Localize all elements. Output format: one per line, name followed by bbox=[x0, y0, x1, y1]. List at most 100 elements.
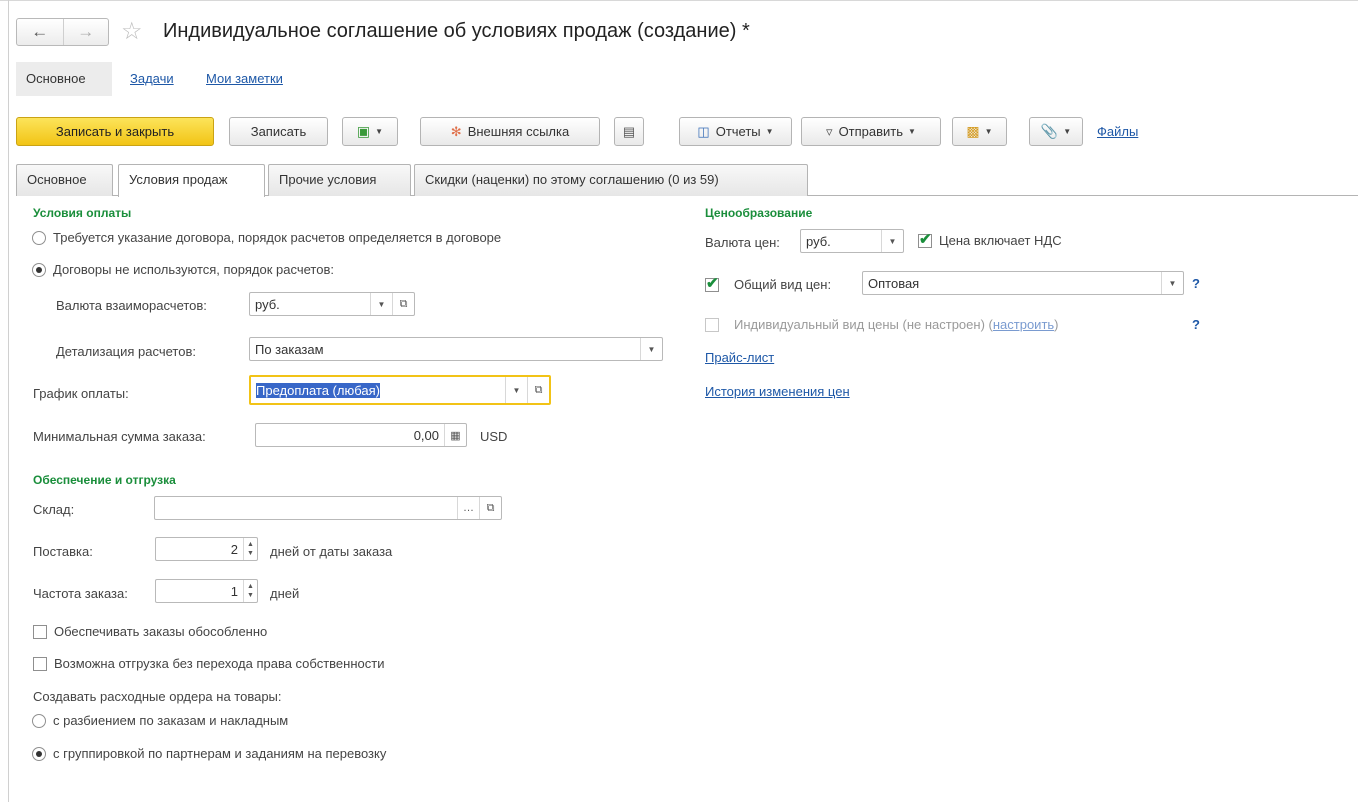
orders-radio-split-row[interactable]: с разбиением по заказам и накладным bbox=[32, 712, 288, 730]
individual-price-label: Индивидуальный вид цены (не настроен) (н… bbox=[734, 317, 1059, 332]
send-button[interactable]: ▿ Отправить ▼ bbox=[801, 117, 941, 146]
chevron-down-icon: ▼ bbox=[984, 127, 993, 136]
delivery-label: Поставка: bbox=[33, 544, 93, 559]
help-icon[interactable]: ? bbox=[1192, 317, 1200, 332]
configure-link[interactable]: настроить bbox=[993, 317, 1054, 332]
order-frequency-label: Частота заказа: bbox=[33, 586, 128, 601]
nav-item-notes[interactable]: Мои заметки bbox=[206, 62, 283, 96]
settlement-detail-field[interactable]: По заказам ▼ bbox=[249, 337, 663, 361]
tab-sales-conditions[interactable]: Условия продаж bbox=[118, 164, 265, 197]
general-price-type-field[interactable]: Оптовая ▼ bbox=[862, 271, 1184, 295]
price-history-link[interactable]: История изменения цен bbox=[705, 384, 850, 399]
settlement-currency-label: Валюта взаиморасчетов: bbox=[56, 298, 207, 313]
price-list-link[interactable]: Прайс-лист bbox=[705, 350, 774, 365]
print-button[interactable]: ▩ ▼ bbox=[952, 117, 1007, 146]
separate-provision-checkbox[interactable] bbox=[33, 625, 47, 639]
orders-radio-group-label: с группировкой по партнерам и заданиям н… bbox=[53, 746, 387, 761]
save-button[interactable]: Записать bbox=[229, 117, 328, 146]
chevron-down-icon[interactable]: ▼ bbox=[505, 377, 527, 403]
reports-button[interactable]: ◫ Отчеты ▼ bbox=[679, 117, 792, 146]
payment-radio-no-contract[interactable]: Договоры не используются, порядок расчет… bbox=[32, 261, 334, 279]
chevron-down-icon: ▼ bbox=[765, 127, 774, 136]
spinner-icon[interactable]: ▲ ▼ bbox=[243, 580, 257, 602]
open-form-icon[interactable]: ⧉ bbox=[392, 293, 414, 315]
create-based-on-button[interactable]: ▣ ▼ bbox=[342, 117, 398, 146]
tab-other-conditions[interactable]: Прочие условия bbox=[268, 164, 411, 196]
ownership-shipping-label: Возможна отгрузка без перехода права соб… bbox=[54, 656, 385, 671]
send-icon: ▿ bbox=[826, 123, 833, 139]
document-list-icon: ▤ bbox=[622, 123, 636, 139]
section-shipping-title: Обеспечение и отгрузка bbox=[33, 473, 176, 487]
open-form-icon[interactable]: ⧉ bbox=[479, 497, 501, 519]
select-ellipsis-icon[interactable]: … bbox=[457, 497, 479, 519]
window-left-border bbox=[8, 0, 9, 802]
settlement-currency-field[interactable]: руб. ▼ ⧉ bbox=[249, 292, 415, 316]
min-order-sum-currency: USD bbox=[480, 429, 508, 444]
orders-radio-group[interactable] bbox=[32, 747, 46, 761]
nav-item-main[interactable]: Основное bbox=[26, 62, 86, 96]
general-price-type-value[interactable]: Оптовая bbox=[863, 276, 1161, 291]
external-link-button[interactable]: ✻ Внешняя ссылка bbox=[420, 117, 600, 146]
order-frequency-value[interactable]: 1 bbox=[156, 584, 243, 599]
radio-contract[interactable] bbox=[32, 231, 46, 245]
calculator-icon[interactable]: ▦ bbox=[444, 424, 466, 446]
reports-label: Отчеты bbox=[715, 124, 761, 139]
vat-included-checkbox[interactable] bbox=[918, 230, 932, 248]
vat-included-checkbox-row[interactable]: Цена включает НДС bbox=[918, 230, 1062, 250]
radio-no-contract-label: Договоры не используются, порядок расчет… bbox=[53, 262, 334, 277]
chevron-down-icon[interactable]: ▼ bbox=[370, 293, 392, 315]
print-icon: ▩ bbox=[966, 123, 980, 139]
order-frequency-field[interactable]: 1 ▲ ▼ bbox=[155, 579, 258, 603]
chevron-down-icon[interactable]: ▼ bbox=[881, 230, 903, 252]
tab-main[interactable]: Основное bbox=[16, 164, 113, 196]
ownership-shipping-checkbox-row[interactable]: Возможна отгрузка без перехода права соб… bbox=[33, 655, 384, 673]
individual-price-checkbox bbox=[705, 318, 719, 332]
payment-radio-contract[interactable]: Требуется указание договора, порядок рас… bbox=[32, 229, 501, 247]
separate-provision-checkbox-row[interactable]: Обеспечивать заказы обособленно bbox=[33, 623, 267, 641]
min-order-sum-value[interactable]: 0,00 bbox=[256, 428, 444, 443]
help-icon[interactable]: ? bbox=[1192, 276, 1200, 291]
chevron-down-icon[interactable]: ▼ bbox=[640, 338, 662, 360]
warehouse-field[interactable]: … ⧉ bbox=[154, 496, 502, 520]
settlement-detail-value[interactable]: По заказам bbox=[250, 342, 640, 357]
document-icon-button[interactable]: ▤ bbox=[614, 117, 644, 146]
orders-radio-split[interactable] bbox=[32, 714, 46, 728]
delivery-days-value[interactable]: 2 bbox=[156, 542, 243, 557]
window-top-border bbox=[0, 0, 1358, 4]
chevron-down-icon[interactable]: ▼ bbox=[1161, 272, 1183, 294]
order-frequency-suffix: дней bbox=[270, 586, 300, 601]
files-link[interactable]: Файлы bbox=[1097, 124, 1138, 139]
section-pricing-title: Ценообразование bbox=[705, 206, 813, 220]
back-arrow-icon[interactable]: ← bbox=[17, 19, 63, 45]
forward-arrow-icon[interactable]: → bbox=[62, 19, 109, 45]
tab-discounts[interactable]: Скидки (наценки) по этому соглашению (0 … bbox=[414, 164, 808, 196]
general-price-checkbox[interactable] bbox=[705, 274, 719, 292]
orders-radio-group-row[interactable]: с группировкой по партнерам и заданиям н… bbox=[32, 745, 386, 763]
open-form-icon[interactable]: ⧉ bbox=[527, 377, 549, 403]
settlement-detail-label: Детализация расчетов: bbox=[56, 344, 196, 359]
price-currency-field[interactable]: руб. ▼ bbox=[800, 229, 904, 253]
save-and-close-button[interactable]: Записать и закрыть bbox=[16, 117, 214, 146]
settlement-currency-value[interactable]: руб. bbox=[250, 297, 370, 312]
min-order-sum-label: Минимальная сумма заказа: bbox=[33, 429, 206, 444]
general-price-checkbox-row[interactable]: Общий вид цен: bbox=[705, 274, 832, 294]
external-link-label: Внешняя ссылка bbox=[467, 124, 570, 139]
chevron-down-icon: ▼ bbox=[1063, 127, 1072, 136]
general-price-label: Общий вид цен: bbox=[734, 277, 832, 292]
chevron-down-icon: ▼ bbox=[375, 127, 384, 136]
min-order-sum-field[interactable]: 0,00 ▦ bbox=[255, 423, 467, 447]
favorite-star-icon[interactable]: ☆ bbox=[121, 18, 143, 46]
payment-schedule-field[interactable]: Предоплата (любая) ▼ ⧉ bbox=[249, 375, 551, 405]
send-label: Отправить bbox=[838, 124, 904, 139]
nav-item-tasks[interactable]: Задачи bbox=[130, 62, 174, 96]
spinner-icon[interactable]: ▲ ▼ bbox=[243, 538, 257, 560]
history-nav: ← → bbox=[16, 18, 109, 46]
attachments-button[interactable]: 📎 ▼ bbox=[1029, 117, 1083, 146]
payment-schedule-value[interactable]: Предоплата (любая) bbox=[251, 382, 505, 398]
individual-price-checkbox-row: Индивидуальный вид цены (не настроен) (н… bbox=[705, 316, 1059, 334]
ownership-shipping-checkbox[interactable] bbox=[33, 657, 47, 671]
delivery-days-field[interactable]: 2 ▲ ▼ bbox=[155, 537, 258, 561]
radio-no-contract[interactable] bbox=[32, 263, 46, 277]
price-currency-value[interactable]: руб. bbox=[801, 234, 881, 249]
orders-radio-split-label: с разбиением по заказам и накладным bbox=[53, 713, 289, 728]
